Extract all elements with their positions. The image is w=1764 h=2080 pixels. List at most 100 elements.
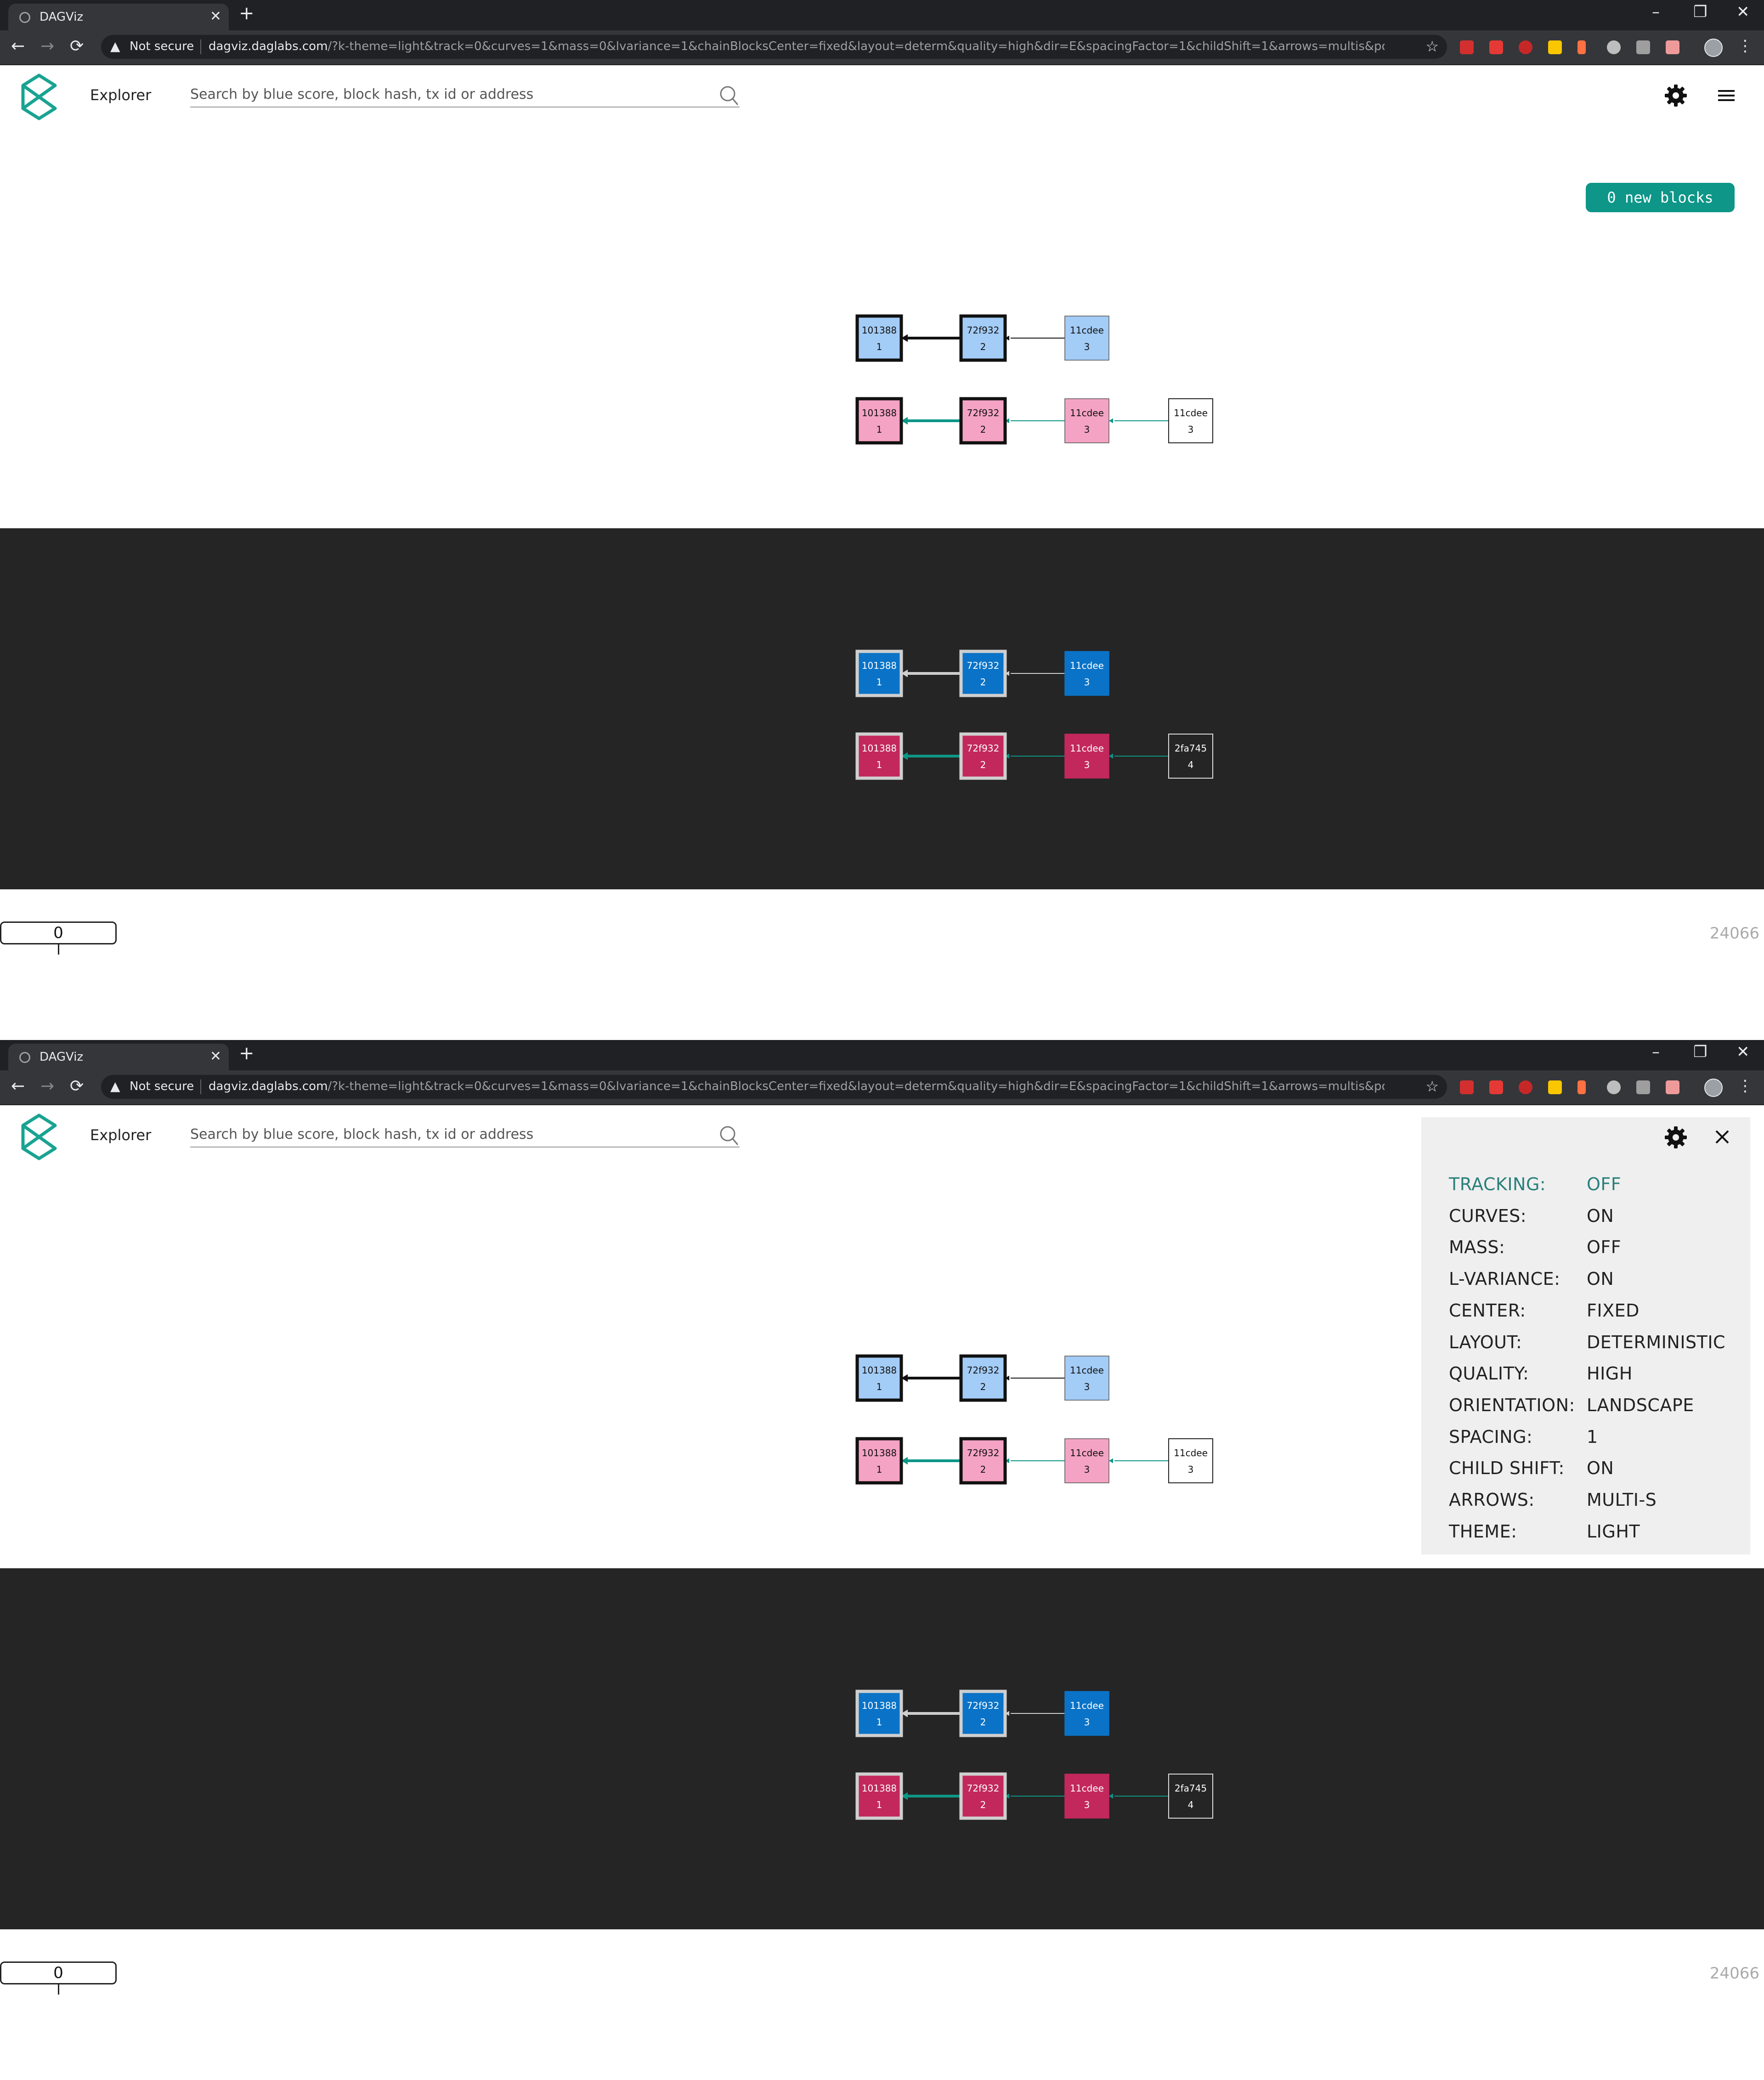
block-blue-score: 2 [980,1381,986,1392]
setting-curves[interactable]: CURVES: ON [1449,1206,1743,1233]
block-hash: 72f932 [967,407,1000,418]
setting-value: HIGH [1587,1363,1633,1384]
dag-block[interactable]: 72f932 2 [959,397,1007,445]
dag-block[interactable]: 11cdee 3 [1064,1691,1109,1736]
dag-block[interactable]: 72f932 2 [959,1772,1007,1820]
setting-spacing[interactable]: SPACING: 1 [1449,1427,1743,1454]
dag-block-box [1064,734,1109,779]
dag-block[interactable]: 101388 1 [855,1690,903,1737]
setting-l-variance[interactable]: L-VARIANCE: ON [1449,1269,1743,1296]
setting-quality[interactable]: QUALITY: HIGH [1449,1363,1743,1391]
dag-block[interactable]: 11cdee 3 [1064,1774,1109,1819]
setting-value: ON [1587,1269,1614,1289]
dag-block[interactable]: 101388 1 [855,650,903,697]
setting-layout[interactable]: LAYOUT: DETERMINISTIC [1449,1332,1743,1360]
dag-block[interactable]: 11cdee 3 [1064,316,1109,361]
block-hash: 72f932 [967,1447,1000,1458]
block-hash: 101388 [862,1700,897,1711]
setting-label: L-VARIANCE: [1449,1269,1560,1289]
setting-child-shift[interactable]: CHILD SHIFT: ON [1449,1458,1743,1486]
dag-block[interactable]: 101388 1 [855,314,903,362]
block-hash: 72f932 [967,743,1000,754]
dag-block[interactable]: 2fa745 4 [1168,1774,1213,1819]
gear-icon[interactable] [1664,1125,1688,1149]
block-blue-score: 3 [1084,677,1090,688]
new-blocks-button[interactable]: 0 new blocks [1586,183,1735,212]
setting-label: CURVES: [1449,1205,1527,1226]
block-blue-score: 2 [980,759,986,770]
dag-block-box [855,1772,903,1820]
setting-value: FIXED [1587,1300,1640,1321]
dag-block-box [959,650,1007,697]
dag-block-box [1168,734,1213,779]
block-blue-score: 4 [1188,1799,1194,1810]
dag-block-box [959,397,1007,445]
block-blue-score: 2 [980,1464,986,1475]
dag-block[interactable]: 101388 1 [855,397,903,445]
setting-value: LIGHT [1587,1521,1640,1542]
dag-block-box [1064,1438,1109,1483]
dag-block[interactable]: 11cdee 3 [1168,1438,1213,1483]
close-icon[interactable] [1711,1125,1734,1148]
setting-mass[interactable]: MASS: OFF [1449,1237,1743,1265]
dag-block[interactable]: 72f932 2 [959,1690,1007,1737]
dag-block-box [855,1690,903,1737]
setting-arrows[interactable]: ARROWS: MULTI-S [1449,1490,1743,1517]
block-blue-score: 1 [876,1799,882,1810]
dag-block-box [855,314,903,362]
setting-orientation[interactable]: ORIENTATION: LANDSCAPE [1449,1395,1743,1423]
setting-center[interactable]: CENTER: FIXED [1449,1300,1743,1328]
dag-block[interactable]: 101388 1 [855,1437,903,1485]
dag-block[interactable]: 11cdee 3 [1168,398,1213,443]
dag-block-box [959,1437,1007,1485]
dag-block[interactable]: 11cdee 3 [1064,734,1109,779]
dag-block[interactable]: 11cdee 3 [1064,651,1109,696]
block-hash: 101388 [862,1447,897,1458]
dag-block-box [855,1354,903,1402]
block-blue-score: 1 [876,677,882,688]
block-hash: 11cdee [1070,1365,1104,1376]
dag-block[interactable]: 72f932 2 [959,1354,1007,1402]
setting-value: 1 [1587,1426,1598,1447]
setting-theme[interactable]: THEME: LIGHT [1449,1521,1743,1549]
blue-score-slider[interactable]: 0 [0,921,117,944]
settings-panel: TRACKING: OFF CURVES: ON MASS: OFF L-VARIANCE:… [1421,1117,1750,1554]
block-hash: 72f932 [967,1783,1000,1794]
block-blue-score: 3 [1084,759,1090,770]
screenshot-with-settings: DAGViz ✕ + – ❐ ✕ ← → ⟳ ▲ Not secure dagv… [0,1040,1764,2080]
dag-block[interactable]: 11cdee 3 [1064,398,1109,443]
setting-label: CHILD SHIFT: [1449,1458,1565,1479]
dag-block[interactable]: 72f932 2 [959,314,1007,362]
block-hash: 11cdee [1070,660,1104,671]
block-blue-score: 3 [1188,1464,1194,1475]
dag-block-box [1064,316,1109,361]
block-hash: 2fa745 [1175,1783,1207,1794]
setting-label: ORIENTATION: [1449,1395,1575,1415]
block-hash: 11cdee [1070,1447,1104,1458]
dag-block[interactable]: 72f932 2 [959,650,1007,697]
dag-block[interactable]: 101388 1 [855,1354,903,1402]
block-blue-score: 1 [876,424,882,435]
block-hash: 101388 [862,325,897,336]
dag-block-box [1064,1774,1109,1819]
dag-block-box [1064,651,1109,696]
block-blue-score: 1 [876,341,882,352]
setting-tracking[interactable]: TRACKING: OFF [1449,1174,1743,1202]
dag-block[interactable]: 72f932 2 [959,1437,1007,1485]
dag-block[interactable]: 101388 1 [855,732,903,780]
block-blue-score: 3 [1188,424,1194,435]
dag-block-box [959,732,1007,780]
setting-value: DETERMINISTIC [1587,1332,1726,1352]
block-blue-score: 3 [1084,1717,1090,1728]
setting-value: OFF [1587,1237,1622,1258]
dag-block-box [1168,398,1213,443]
dag-graph: 101388 1 72f932 2 11cdee 3 101388 1 72f932 2 11cde… [855,314,1213,780]
blue-score-slider[interactable]: 0 [0,1961,117,1984]
dag-block[interactable]: 101388 1 [855,1772,903,1820]
dag-block[interactable]: 11cdee 3 [1064,1356,1109,1401]
dag-block-box [855,397,903,445]
dag-block[interactable]: 2fa745 4 [1168,734,1213,779]
block-hash: 11cdee [1070,407,1104,418]
dag-block[interactable]: 11cdee 3 [1064,1438,1109,1483]
dag-block[interactable]: 72f932 2 [959,732,1007,780]
